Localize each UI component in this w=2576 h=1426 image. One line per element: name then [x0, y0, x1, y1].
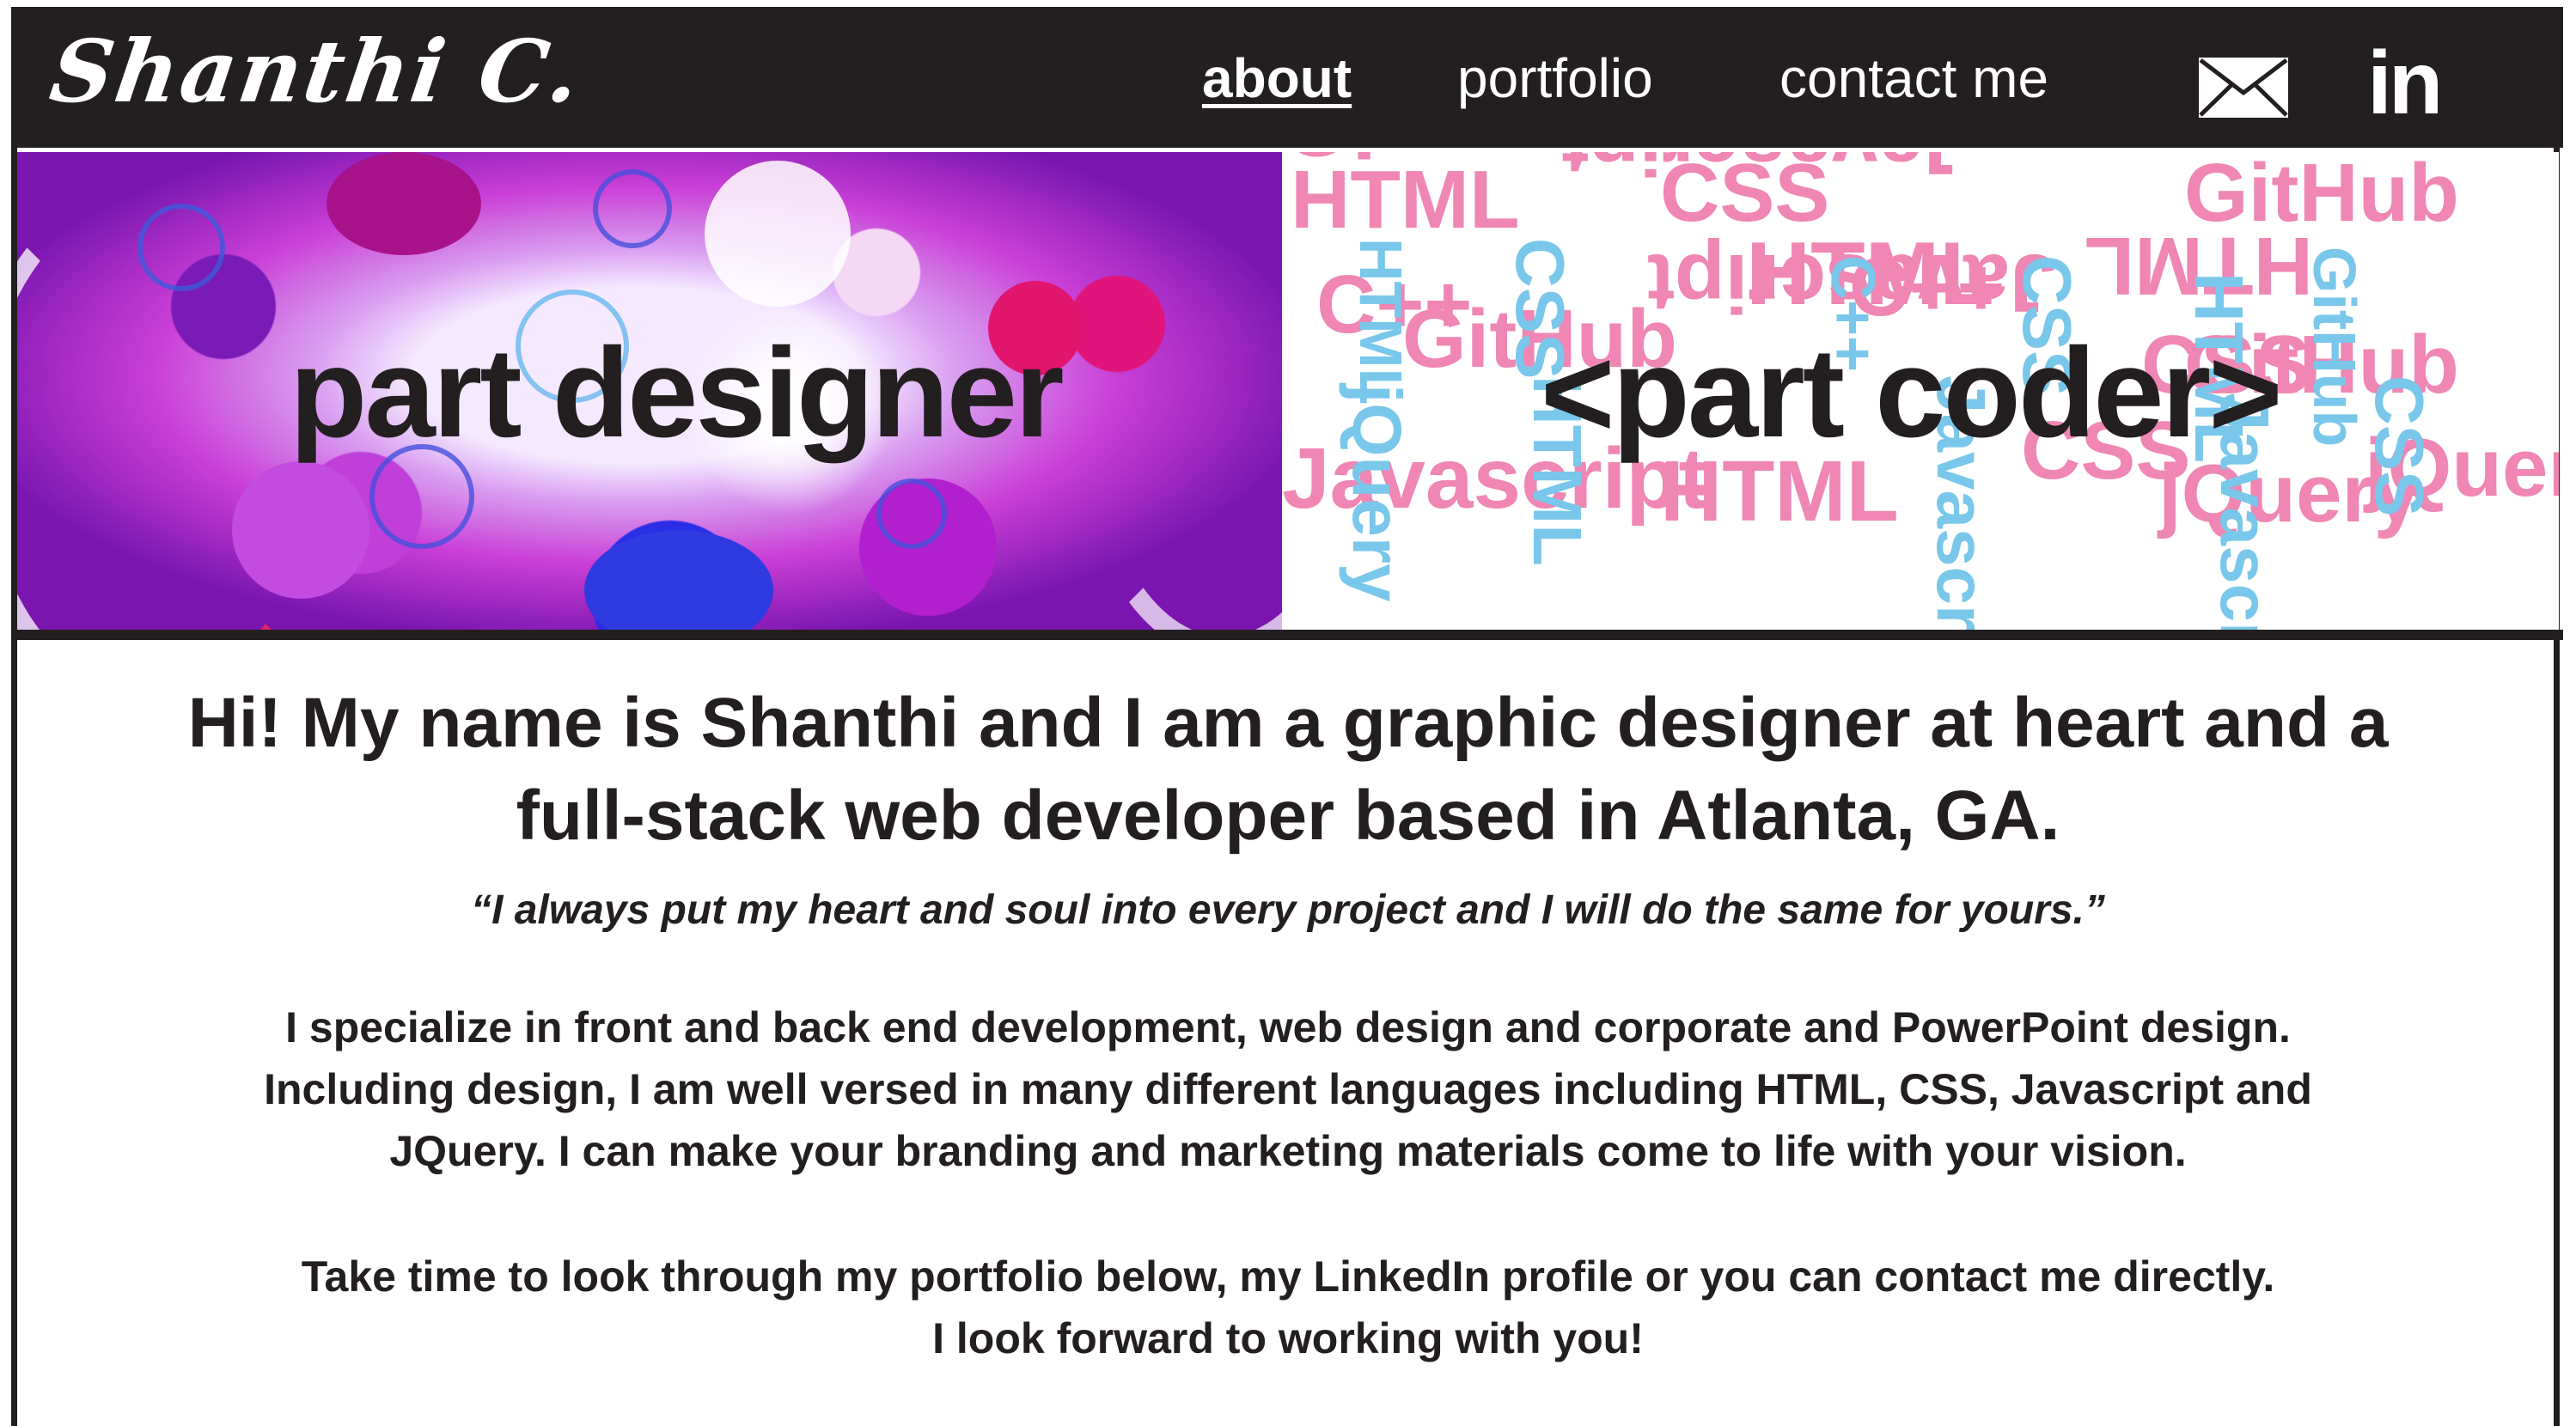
intro-call-to-action: Take time to look through my portfolio b…	[17, 1246, 2559, 1369]
code-word-tag: Javascript	[1561, 152, 1969, 192]
code-word-tag: GitHub	[2184, 152, 2459, 239]
code-word-tag: jQuery	[1339, 384, 1415, 602]
code-word-tag: CSS	[2361, 375, 2438, 517]
decorative-ring	[137, 204, 225, 291]
linkedin-icon-text: in	[2367, 34, 2443, 133]
intro-cta-line: Take time to look through my portfolio b…	[301, 1252, 2275, 1301]
intro-cta-line: I look forward to working with you!	[932, 1314, 1644, 1362]
hero-divider	[11, 630, 2563, 640]
mail-icon[interactable]	[2198, 57, 2289, 119]
nav-link-contact[interactable]: contact me	[1779, 46, 2048, 110]
decorative-ring	[876, 478, 947, 549]
decorative-bubble	[232, 461, 369, 599]
nav-link-portfolio[interactable]: portfolio	[1457, 46, 1653, 110]
hero-coder-panel: HTMLjQueryJavascriptC++CSSGitHubJavascri…	[1282, 152, 2559, 630]
intro-body-line: Including design, I am well versed in ma…	[264, 1065, 2312, 1113]
nav-link-about[interactable]: about	[1202, 46, 1352, 110]
decorative-bubble	[327, 152, 481, 255]
code-word-tag: jQuery	[1282, 152, 1377, 174]
linkedin-icon[interactable]: in	[2367, 36, 2462, 131]
intro-body: I specialize in front and back end devel…	[17, 996, 2559, 1182]
intro-heading: Hi! My name is Shanthi and I am a graphi…	[17, 677, 2559, 862]
intro-body-line: JQuery. I can make your branding and mar…	[389, 1127, 2187, 1175]
mail-icon-graphic	[2199, 58, 2288, 118]
top-navbar: Shanthi C. about portfolio contact me in	[11, 7, 2563, 148]
decorative-bubble	[705, 161, 851, 307]
code-word-tag: HTML	[1347, 238, 1414, 405]
decorative-bubble	[584, 530, 773, 630]
intro-heading-line: Hi! My name is Shanthi and I am a graphi…	[187, 684, 2389, 762]
site-logo[interactable]: Shanthi C.	[45, 21, 589, 122]
decorative-ring	[593, 169, 672, 248]
hero-designer-panel: part designer	[17, 152, 1282, 630]
hero-coder-title: <part coder>	[1541, 322, 2283, 464]
code-word-tag: GitHub	[2301, 247, 2368, 448]
hero-designer-title: part designer	[290, 322, 1065, 464]
intro-quote: “I always put my heart and soul into eve…	[471, 887, 2105, 933]
intro-heading-line: full-stack web developer based in Atlant…	[516, 777, 2060, 855]
intro-body-line: I specialize in front and back end devel…	[285, 1003, 2291, 1051]
